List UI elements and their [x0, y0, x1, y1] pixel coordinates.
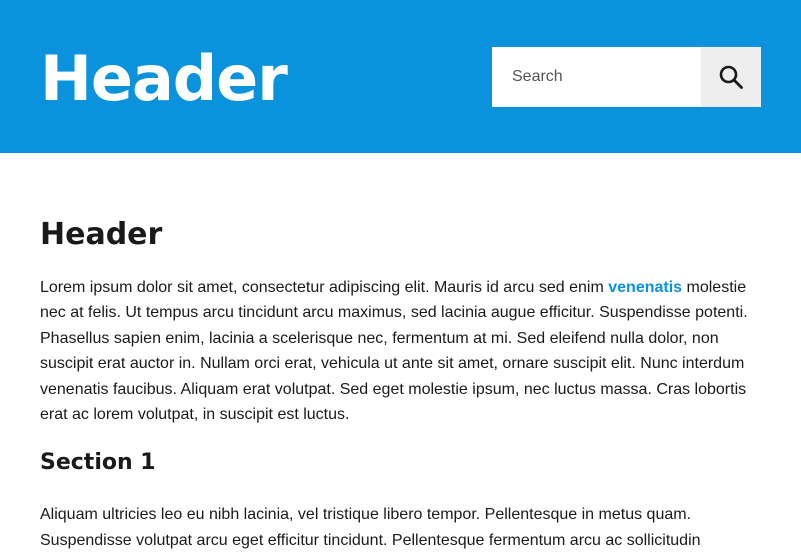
search-icon [719, 65, 743, 89]
search-input[interactable] [492, 47, 701, 107]
intro-text-before-link: Lorem ipsum dolor sit amet, consectetur … [40, 279, 609, 296]
section-paragraph: Aliquam ultricies leo eu nibh lacinia, v… [40, 506, 701, 549]
search-form [492, 47, 761, 107]
search-button[interactable] [701, 47, 761, 107]
inline-link[interactable]: venenatis [608, 279, 682, 296]
intro-paragraph: Lorem ipsum dolor sit amet, consectetur … [40, 275, 761, 427]
page-title: Header [40, 217, 163, 252]
site-header: Header [0, 0, 801, 153]
intro-text-after-link: molestie nec at felis. Ut tempus arcu ti… [40, 279, 748, 424]
main-content: Header Lorem ipsum dolor sit amet, conse… [40, 214, 761, 553]
site-title: Header [40, 42, 288, 115]
section-title: Section 1 [40, 450, 156, 476]
